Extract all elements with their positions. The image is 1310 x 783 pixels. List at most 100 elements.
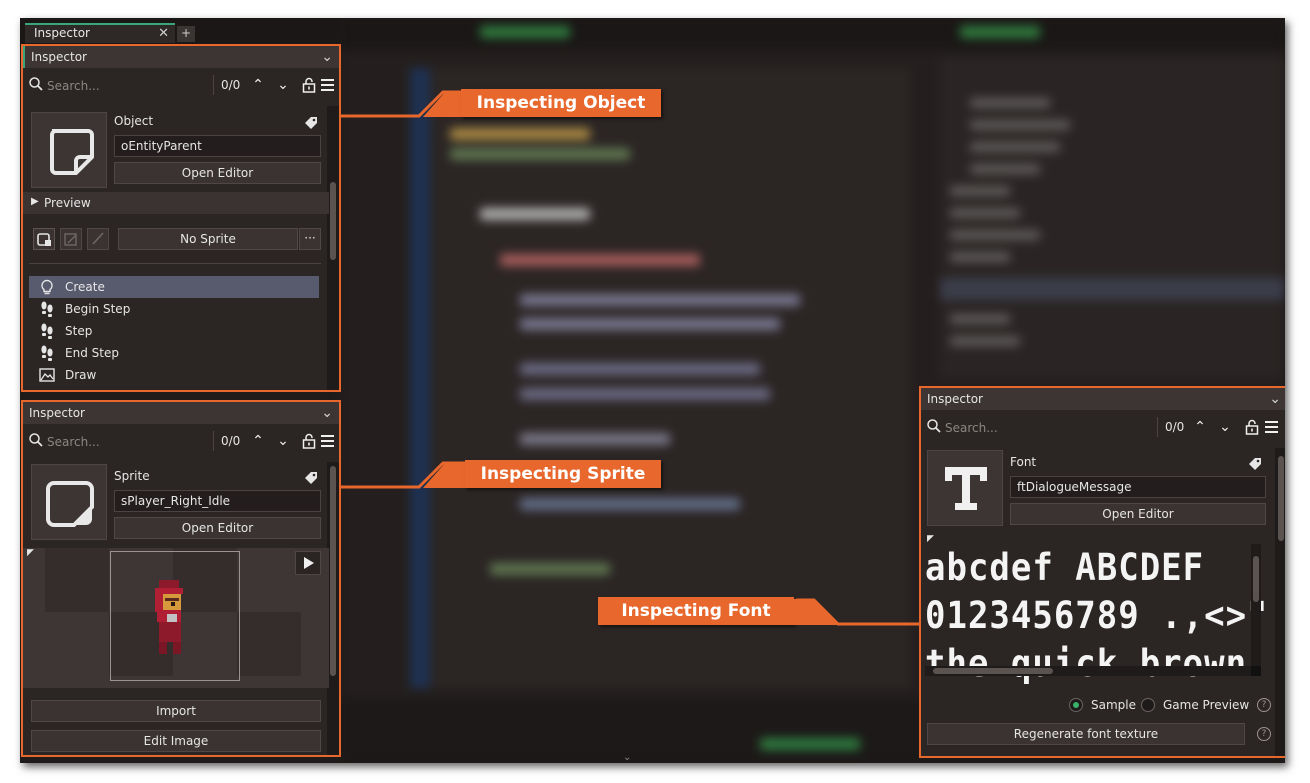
chevron-down-icon[interactable]: ⌄ [1269,388,1281,410]
sprite-preview-area: ◤ [23,548,329,688]
event-label: End Step [65,346,119,360]
chevron-down-icon[interactable]: ⌄ [274,76,292,94]
close-icon[interactable]: ✕ [158,25,169,42]
asset-type-label: Font [1010,455,1037,469]
match-count: 0/0 [221,78,241,92]
font-sample-line-2: 0123456789 .,<>" [925,594,1269,638]
event-begin-step[interactable]: Begin Step [29,298,319,320]
tab-inspector[interactable]: Inspector ✕ [25,23,175,43]
search-input[interactable] [945,417,1105,439]
font-sample-line-1: abcdef ABCDEF [925,546,1205,590]
chevron-up-icon[interactable]: ⌃ [1191,418,1209,436]
preview-mode-radio-group: Sample Game Preview ? [921,694,1285,716]
add-tab-button[interactable]: + [177,26,195,42]
callout-inspecting-object: Inspecting Object [341,89,663,118]
chevron-down-icon[interactable]: ⌄ [274,432,292,450]
lightbulb-icon [41,279,53,295]
import-button[interactable]: Import [31,700,321,722]
sample-label: Sample [1091,698,1136,712]
event-label: Create [65,280,105,294]
chevron-up-icon[interactable]: ⌃ [249,432,267,450]
sprite-row: No Sprite ··· [23,224,329,252]
inspector-header[interactable]: Inspector ⌄ [23,46,339,68]
asset-name-field[interactable]: oEntityParent [114,135,321,157]
play-button[interactable] [295,551,321,575]
open-editor-button[interactable]: Open Editor [114,162,321,184]
lock-icon[interactable] [1245,419,1259,435]
event-draw[interactable]: Draw [29,364,319,386]
preview-section[interactable]: ▶ Preview [23,192,329,214]
sprite-inspector-panel: Inspector ⌄ 0/0 ⌃ ⌄ Sprite sPlayer_Right… [21,400,341,757]
tag-icon[interactable] [304,116,318,130]
chevron-up-icon[interactable]: ⌃ [249,76,267,94]
sprite-select-button[interactable]: No Sprite [118,228,298,250]
preview-vscrollbar[interactable] [1251,544,1261,666]
chevron-down-icon[interactable]: ⌄ [321,46,333,68]
expand-corner-icon[interactable]: ◤ [927,534,934,544]
event-label: Step [65,324,93,338]
game-preview-label: Game Preview [1163,698,1250,712]
search-icon [29,77,43,91]
font-sample-line-3: the quick brown fox [925,642,1271,686]
ide-window: Inspector ✕ + Inspector ⌄ 0/0 ⌃ ⌄ Object [20,18,1285,763]
help-icon[interactable]: ? [1257,698,1271,712]
event-step[interactable]: Step [29,320,319,342]
callout-label: Inspecting Sprite [465,460,661,488]
inspector-header[interactable]: Inspector ⌄ [23,402,339,424]
open-editor-button[interactable]: Open Editor [1010,503,1266,525]
expand-corner-icon[interactable]: ◤ [27,548,34,558]
inspector-title: Inspector [31,50,87,64]
menu-icon[interactable] [321,79,334,91]
footsteps-icon [41,345,53,361]
object-icon [50,129,94,175]
edit-sprite-button[interactable] [60,228,82,250]
event-create[interactable]: Create [29,276,319,298]
footsteps-icon [41,301,53,317]
event-label: Draw [65,368,97,382]
font-thumbnail [927,450,1003,526]
sample-radio[interactable] [1069,698,1083,712]
font-inspector-panel: Inspector ⌄ 0/0 ⌃ ⌄ Font ftDialogueMessa… [919,386,1285,758]
callout-connector [792,598,920,626]
tab-strip: Inspector ✕ + [20,18,340,44]
menu-icon[interactable] [1265,421,1278,433]
tag-icon[interactable] [304,471,318,485]
picture-icon [39,368,55,382]
footsteps-icon [41,323,53,339]
search-input[interactable] [47,431,207,453]
help-icon[interactable]: ? [1257,727,1271,741]
preview-hscrollbar[interactable] [925,666,1251,676]
object-thumbnail [31,112,107,188]
callout-inspecting-font: Inspecting Font [598,597,920,626]
regenerate-font-texture-button[interactable]: Regenerate font texture [927,723,1245,745]
sprite-thumbnail [31,464,107,540]
new-sprite-icon [37,233,51,246]
callout-inspecting-sprite: Inspecting Sprite [341,460,663,489]
sprite-icon [46,481,94,527]
game-preview-radio[interactable] [1141,698,1155,712]
match-count: 0/0 [1165,420,1185,434]
chevron-down-icon[interactable]: ⌄ [1216,418,1234,436]
more-button[interactable]: ··· [299,228,321,250]
inspector-header[interactable]: Inspector ⌄ [921,388,1285,410]
search-input[interactable] [47,75,207,97]
lock-icon[interactable] [302,77,316,93]
bottom-expand-icon[interactable]: ⌄ [623,752,631,763]
event-end-step[interactable]: End Step [29,342,319,364]
callout-label: Inspecting Object [461,89,661,117]
menu-icon[interactable] [321,435,334,447]
new-sprite-button[interactable] [33,228,55,250]
brush-button[interactable] [87,228,109,250]
open-editor-button[interactable]: Open Editor [114,517,321,539]
font-icon [945,467,987,510]
tag-icon[interactable] [1248,457,1262,471]
asset-name-field[interactable]: sPlayer_Right_Idle [114,490,321,512]
search-bar: 0/0 ⌃ ⌄ [921,414,1285,442]
chevron-down-icon[interactable]: ⌄ [321,402,333,424]
lock-icon[interactable] [302,433,316,449]
asset-name-field[interactable]: ftDialogueMessage [1010,476,1266,498]
search-bar: 0/0 ⌃ ⌄ [23,72,339,100]
font-sample-preview: ◤ abcdef ABCDEF 0123456789 .,<>" the qui… [921,534,1271,690]
brush-icon [92,232,104,245]
edit-image-button[interactable]: Edit Image [31,730,321,752]
